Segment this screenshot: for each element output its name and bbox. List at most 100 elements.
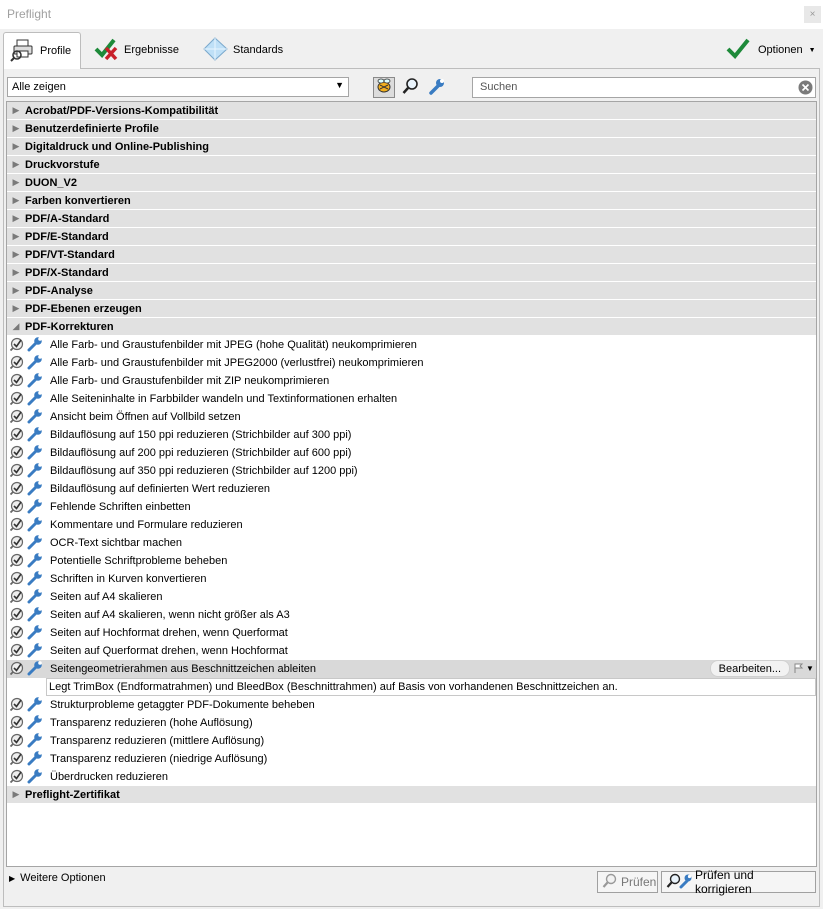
magnifier-wrench-icon	[666, 873, 692, 892]
tree-group[interactable]: ▶ PDF-Ebenen erzeugen	[7, 300, 816, 318]
tree-item-label: Bildauflösung auf definierten Wert reduz…	[50, 483, 270, 495]
show-profiles-toggle[interactable]	[373, 77, 395, 98]
check-magnifier-icon	[9, 499, 24, 516]
wrench-icon	[27, 624, 43, 643]
tree-item[interactable]: Alle Farb- und Graustufenbilder mit JPEG…	[7, 354, 816, 372]
collapsed-triangle-icon: ▶	[12, 267, 20, 277]
tree-group-label: Benutzerdefinierte Profile	[25, 122, 159, 135]
tab-standards[interactable]: Standards	[203, 34, 283, 66]
tree-item-label: Bildauflösung auf 200 ppi reduzieren (St…	[50, 447, 352, 459]
tree-item-label: Transparenz reduzieren (mittlere Auflösu…	[50, 735, 265, 747]
tree-item[interactable]: Ansicht beim Öffnen auf Vollbild setzen	[7, 408, 816, 426]
magnifier-icon	[402, 77, 420, 98]
more-options-label: Weitere Optionen	[20, 872, 106, 884]
tree-item[interactable]: Bildauflösung auf 350 ppi reduzieren (St…	[7, 462, 816, 480]
tree-item-label: Überdrucken reduzieren	[50, 771, 169, 783]
tree-group[interactable]: ▶ Acrobat/PDF-Versions-Kompatibilität	[7, 102, 816, 120]
tree-item[interactable]: Transparenz reduzieren (hohe Auflösung)	[7, 714, 816, 732]
tree-item[interactable]: Seiten auf A4 skalieren	[7, 588, 816, 606]
window-title: Preflight	[7, 7, 52, 21]
tree-item[interactable]: Überdrucken reduzieren	[7, 768, 816, 786]
check-button[interactable]: Prüfen	[597, 871, 658, 893]
item-description: Legt TrimBox (Endformatrahmen) und Bleed…	[46, 678, 816, 696]
clear-search-icon[interactable]	[798, 80, 813, 98]
tree-item[interactable]: Fehlende Schriften einbetten	[7, 498, 816, 516]
tree-group[interactable]: ▶ Preflight-Zertifikat	[7, 786, 816, 804]
tree-group-label: Digitaldruck und Online-Publishing	[25, 140, 209, 153]
check-magnifier-icon	[9, 661, 24, 678]
tree-group[interactable]: ▶ PDF/VT-Standard	[7, 246, 816, 264]
check-and-fix-button[interactable]: Prüfen und korrigieren	[661, 868, 816, 896]
tree-item[interactable]: Bildauflösung auf 150 ppi reduzieren (St…	[7, 426, 816, 444]
wrench-icon	[27, 552, 43, 571]
collapsed-triangle-icon: ▶	[12, 159, 20, 169]
tree-group[interactable]: ▶ Druckvorstufe	[7, 156, 816, 174]
tree-group-label: Preflight-Zertifikat	[25, 788, 120, 801]
item-icons	[7, 390, 50, 409]
tree-item[interactable]: Alle Seiteninhalte in Farbbilder wandeln…	[7, 390, 816, 408]
wrench-icon	[27, 462, 43, 481]
tree-item-label: Transparenz reduzieren (hohe Auflösung)	[50, 717, 253, 729]
tree-item[interactable]: Transparenz reduzieren (mittlere Auflösu…	[7, 732, 816, 750]
wrench-icon	[27, 588, 43, 607]
wrench-icon	[428, 77, 446, 98]
item-icons	[7, 714, 50, 733]
wrench-icon	[27, 642, 43, 661]
tab-ergebnisse[interactable]: Ergebnisse	[94, 34, 179, 66]
search-input[interactable]: Suchen	[472, 77, 816, 98]
tree-item[interactable]: Potentielle Schriftprobleme beheben	[7, 552, 816, 570]
tree-item[interactable]: Transparenz reduzieren (niedrige Auflösu…	[7, 750, 816, 768]
collapsed-triangle-icon: ▶	[12, 105, 20, 115]
show-fixups-toggle[interactable]	[426, 77, 448, 98]
tree-item-label: Potentielle Schriftprobleme beheben	[50, 555, 228, 567]
tree-group[interactable]: ▶ Digitaldruck und Online-Publishing	[7, 138, 816, 156]
check-button-label: Prüfen	[621, 875, 657, 889]
tree-group[interactable]: ▶ PDF/E-Standard	[7, 228, 816, 246]
tab-profile[interactable]: Profile	[3, 32, 81, 69]
close-button[interactable]: ×	[804, 6, 821, 23]
tree-group-open[interactable]: ◢ PDF-Korrekturen	[7, 318, 816, 336]
tree-group-label: PDF/VT-Standard	[25, 248, 115, 261]
tree-item[interactable]: Bildauflösung auf definierten Wert reduz…	[7, 480, 816, 498]
collapsed-triangle-icon: ▶	[12, 231, 20, 241]
item-icons	[7, 426, 50, 445]
tree-item[interactable]: Alle Farb- und Graustufenbilder mit ZIP …	[7, 372, 816, 390]
footer-bar: ▶ Weitere Optionen Prüfen Prüfen und kor…	[6, 868, 818, 900]
more-options-toggle[interactable]: ▶ Weitere Optionen	[9, 872, 106, 884]
tree-item[interactable]: Schriften in Kurven konvertieren	[7, 570, 816, 588]
wrench-icon	[27, 516, 43, 535]
tree-item[interactable]: Strukturprobleme getaggter PDF-Dokumente…	[7, 696, 816, 714]
tree-item[interactable]: Seiten auf Querformat drehen, wenn Hochf…	[7, 642, 816, 660]
item-description-text: Legt TrimBox (Endformatrahmen) und Bleed…	[49, 681, 618, 693]
item-icons	[7, 570, 50, 589]
flag-icon	[794, 663, 804, 675]
tree-group[interactable]: ▶ PDF/X-Standard	[7, 264, 816, 282]
tree-item[interactable]: Alle Farb- und Graustufenbilder mit JPEG…	[7, 336, 816, 354]
collapsed-triangle-icon: ▶	[12, 213, 20, 223]
tree-group[interactable]: ▶ DUON_V2	[7, 174, 816, 192]
show-checks-toggle[interactable]	[400, 77, 422, 98]
wrench-icon	[27, 408, 43, 427]
tree-group[interactable]: ▶ Benutzerdefinierte Profile	[7, 120, 816, 138]
tree-group[interactable]: ▶ PDF-Analyse	[7, 282, 816, 300]
tree-item[interactable]: Seiten auf A4 skalieren, wenn nicht größ…	[7, 606, 816, 624]
tab-bar: Profile Ergebnisse Standards Optionen ▼	[0, 29, 823, 69]
tree-item[interactable]: OCR-Text sichtbar machen	[7, 534, 816, 552]
tree-group[interactable]: ▶ PDF/A-Standard	[7, 210, 816, 228]
tree-item[interactable]: Kommentare und Formulare reduzieren	[7, 516, 816, 534]
tree-item[interactable]: Seiten auf Hochformat drehen, wenn Querf…	[7, 624, 816, 642]
tree-group-label: PDF/X-Standard	[25, 266, 109, 279]
options-menu-button[interactable]: Optionen ▼	[726, 34, 820, 66]
item-icons	[7, 624, 50, 643]
wrench-icon	[27, 336, 43, 355]
check-magnifier-icon	[9, 625, 24, 642]
filter-select[interactable]: Alle zeigen ▼	[7, 77, 349, 97]
tree-group[interactable]: ▶ Farben konvertieren	[7, 192, 816, 210]
tree-group-label: Druckvorstufe	[25, 158, 100, 171]
edit-button[interactable]: Bearbeiten...	[709, 660, 790, 677]
flag-menu-button[interactable]: ▼	[794, 661, 814, 676]
chevron-down-icon: ▼	[335, 80, 344, 90]
tree-item[interactable]: Bildauflösung auf 200 ppi reduzieren (St…	[7, 444, 816, 462]
wrench-icon	[27, 534, 43, 553]
tree-item-selected[interactable]: Seitengeometrierahmen aus Beschnittzeich…	[7, 660, 816, 678]
